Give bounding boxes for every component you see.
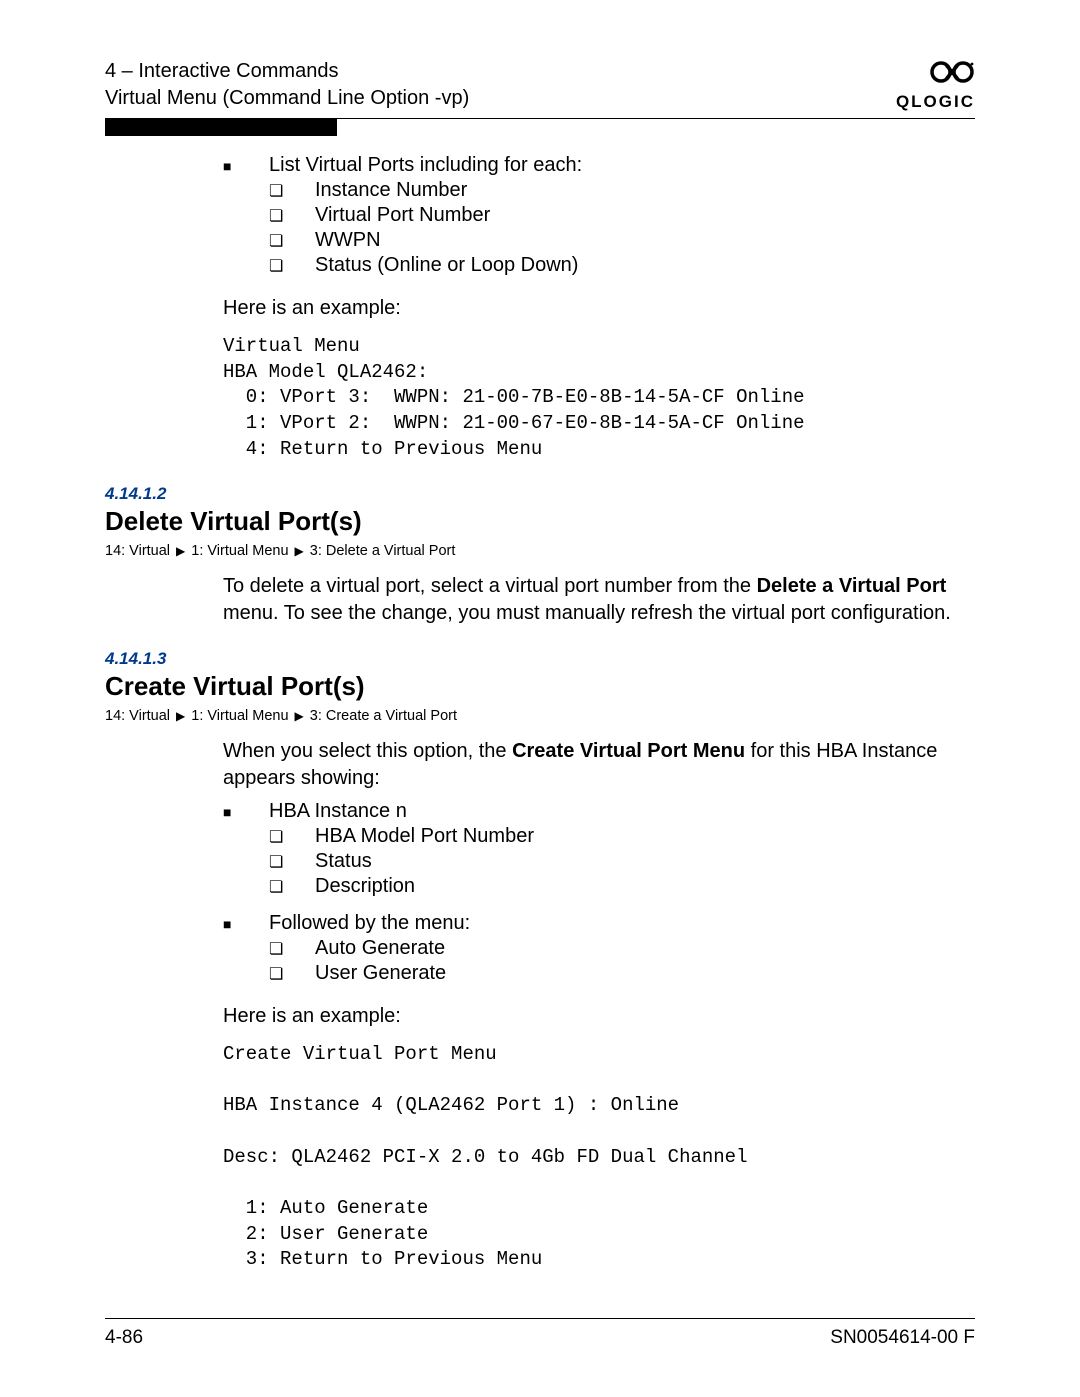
logo-text: QLOGIC	[896, 92, 975, 112]
section-body: To delete a virtual port, select a virtu…	[223, 573, 975, 627]
sub-bullet-item: User Generate	[269, 962, 975, 985]
sub-bullet-item: HBA Model Port Number	[269, 825, 975, 848]
bullet-item: Followed by the menu:	[223, 912, 975, 935]
chevron-right-icon: ▶	[176, 544, 185, 558]
text-run: menu. To see the change, you must manual…	[223, 602, 951, 624]
bullet-text: List Virtual Ports including for each:	[269, 154, 582, 177]
text-run: To delete a virtual port, select a virtu…	[223, 575, 757, 597]
breadcrumb-item: 14: Virtual	[105, 708, 170, 724]
section-body: When you select this option, the Create …	[223, 738, 975, 1273]
example-lead: Here is an example:	[223, 1003, 975, 1030]
brand-logo: QLOGIC	[896, 58, 975, 112]
square-filled-icon	[223, 912, 269, 932]
breadcrumb-item: 1: Virtual Menu	[191, 708, 288, 724]
breadcrumb-item: 3: Create a Virtual Port	[310, 708, 457, 724]
square-open-icon	[269, 229, 315, 251]
header-bar	[105, 118, 337, 136]
page-number: 4-86	[105, 1327, 143, 1349]
logo-icon	[896, 58, 975, 92]
code-block: Create Virtual Port Menu HBA Instance 4 …	[223, 1042, 975, 1273]
header-section: Virtual Menu (Command Line Option -vp)	[105, 85, 469, 112]
section-number: 4.14.1.2	[105, 484, 975, 504]
square-open-icon	[269, 254, 315, 276]
page-header: 4 – Interactive Commands Virtual Menu (C…	[105, 58, 975, 119]
breadcrumb-item: 1: Virtual Menu	[191, 543, 288, 559]
page-footer: 4-86 SN0054614-00 F	[105, 1318, 975, 1349]
breadcrumb-item: 3: Delete a Virtual Port	[310, 543, 456, 559]
breadcrumb-item: 14: Virtual	[105, 543, 170, 559]
section-number: 4.14.1.3	[105, 649, 975, 669]
breadcrumb: 14: Virtual ▶ 1: Virtual Menu ▶ 3: Delet…	[105, 543, 975, 559]
square-open-icon	[269, 962, 315, 984]
intro-block: List Virtual Ports including for each: I…	[223, 154, 975, 462]
sublist: Instance Number Virtual Port Number WWPN…	[269, 179, 975, 277]
sub-bullet-item: Status (Online or Loop Down)	[269, 254, 975, 277]
bullet-text: Followed by the menu:	[269, 912, 470, 935]
square-filled-icon	[223, 154, 269, 174]
sub-bullet-item: Virtual Port Number	[269, 204, 975, 227]
sub-bullet-item: Auto Generate	[269, 937, 975, 960]
sub-bullet-item: WWPN	[269, 229, 975, 252]
bold-term: Delete a Virtual Port	[757, 575, 947, 597]
header-text: 4 – Interactive Commands Virtual Menu (C…	[105, 58, 469, 112]
sub-bullet-text: User Generate	[315, 962, 446, 985]
chevron-right-icon: ▶	[176, 709, 185, 723]
square-open-icon	[269, 825, 315, 847]
chevron-right-icon: ▶	[295, 709, 304, 723]
spacer	[223, 900, 975, 910]
sub-bullet-item: Instance Number	[269, 179, 975, 202]
code-block: Virtual Menu HBA Model QLA2462: 0: VPort…	[223, 334, 975, 462]
bullet-item: List Virtual Ports including for each:	[223, 154, 975, 177]
square-open-icon	[269, 204, 315, 226]
sub-bullet-text: Auto Generate	[315, 937, 445, 960]
sub-bullet-text: Instance Number	[315, 179, 467, 202]
header-chapter: 4 – Interactive Commands	[105, 58, 469, 85]
page: 4 – Interactive Commands Virtual Menu (C…	[0, 0, 1080, 1397]
bullet-item: HBA Instance n	[223, 800, 975, 823]
sub-bullet-text: Status (Online or Loop Down)	[315, 254, 578, 277]
sub-bullet-text: Status	[315, 850, 372, 873]
chevron-right-icon: ▶	[295, 544, 304, 558]
sub-bullet-text: Virtual Port Number	[315, 204, 490, 227]
breadcrumb: 14: Virtual ▶ 1: Virtual Menu ▶ 3: Creat…	[105, 708, 975, 724]
square-open-icon	[269, 850, 315, 872]
bullet-text: HBA Instance n	[269, 800, 407, 823]
sublist: Auto Generate User Generate	[269, 937, 975, 985]
sub-bullet-item: Status	[269, 850, 975, 873]
paragraph: To delete a virtual port, select a virtu…	[223, 573, 975, 627]
sub-bullet-text: Description	[315, 875, 415, 898]
square-open-icon	[269, 937, 315, 959]
text-run: When you select this option, the	[223, 740, 512, 762]
sub-bullet-text: WWPN	[315, 229, 381, 252]
sub-bullet-item: Description	[269, 875, 975, 898]
square-open-icon	[269, 179, 315, 201]
section-title: Create Virtual Port(s)	[105, 671, 975, 702]
bold-term: Create Virtual Port Menu	[512, 740, 745, 762]
document-id: SN0054614-00 F	[830, 1327, 975, 1349]
paragraph: When you select this option, the Create …	[223, 738, 975, 792]
square-filled-icon	[223, 800, 269, 820]
example-lead: Here is an example:	[223, 295, 975, 322]
sublist: HBA Model Port Number Status Description	[269, 825, 975, 898]
square-open-icon	[269, 875, 315, 897]
section-title: Delete Virtual Port(s)	[105, 506, 975, 537]
sub-bullet-text: HBA Model Port Number	[315, 825, 534, 848]
